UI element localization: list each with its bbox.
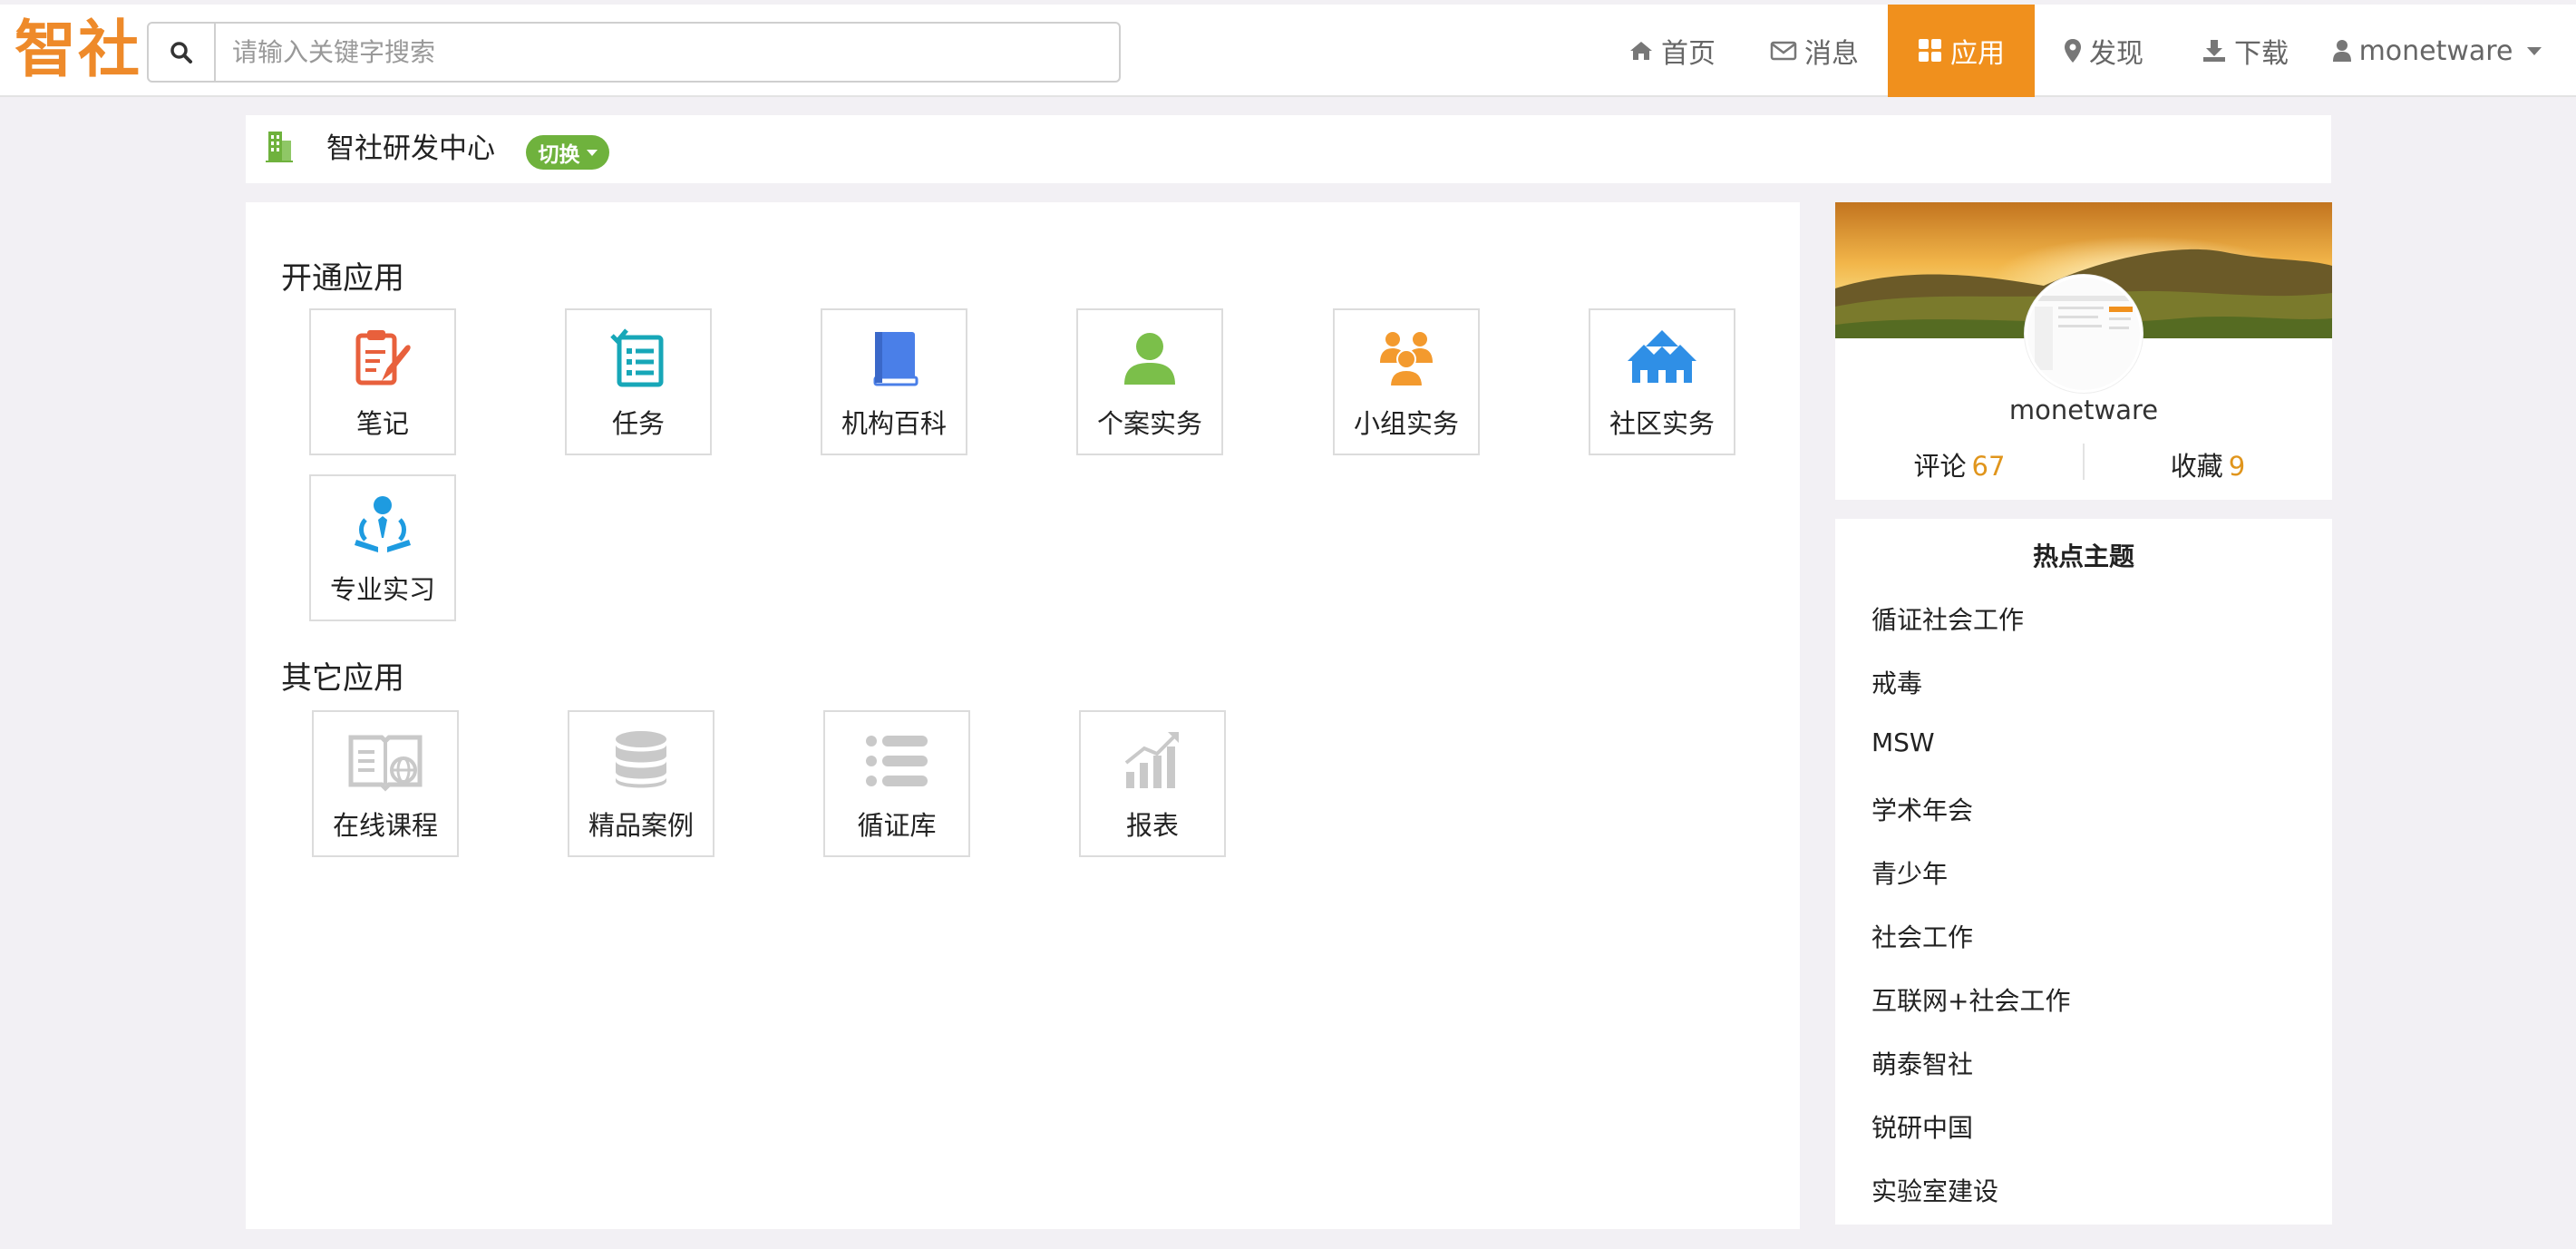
nav-messages-label: 消息 (1804, 38, 1859, 70)
user-menu-label: monetware (2358, 34, 2513, 67)
topic-link[interactable]: 戒毒 (1871, 664, 1922, 700)
list-icon (866, 736, 928, 786)
houses-icon (1628, 330, 1696, 383)
app-label: 精品案例 (588, 810, 694, 841)
switch-org-button[interactable]: 切换 (526, 135, 609, 170)
topic-link[interactable]: 实验室建设 (1871, 1172, 1998, 1208)
search-button[interactable] (149, 24, 216, 81)
chevron-down-icon (586, 149, 598, 156)
stat-value: 9 (2228, 451, 2246, 482)
app-tile-notes[interactable]: 笔记 (309, 308, 456, 455)
app-label: 个案实务 (1096, 408, 1202, 439)
home-icon (1630, 42, 1652, 60)
avatar-image (2027, 278, 2140, 390)
org-bar: 智社研发中心 切换 (246, 115, 2331, 183)
org-name: 智社研发中心 (326, 132, 495, 165)
profile-username[interactable]: monetware (1835, 395, 2332, 425)
topic-link[interactable]: 循证社会工作 (1871, 600, 2024, 637)
stat-label: 收藏 (2170, 451, 2223, 482)
app-tile-group-work[interactable]: 小组实务 (1333, 308, 1480, 455)
app-tile-reports[interactable]: 报表 (1079, 710, 1226, 857)
app-label: 机构百科 (841, 408, 947, 439)
user-icon (2332, 40, 2351, 62)
switch-org-label: 切换 (538, 143, 580, 167)
app-tile-community-work[interactable]: 社区实务 (1589, 308, 1735, 455)
hot-topics-title: 热点主题 (2032, 542, 2134, 571)
app-tile-case-work[interactable]: 个案实务 (1076, 308, 1223, 455)
nav-apps[interactable]: 应用 (1888, 5, 2035, 97)
chart-icon (1124, 732, 1179, 788)
app-label: 循证库 (857, 810, 937, 841)
topic-link[interactable]: 萌泰智社 (1871, 1045, 1973, 1081)
chevron-down-icon (2527, 46, 2542, 55)
app-tile-featured-cases[interactable]: 精品案例 (568, 710, 714, 857)
building-icon (266, 132, 293, 162)
apps-panel: 开通应用 笔记 任务 机构百科 个案实务 小组实务 社区实务 专业实习 其它应用… (246, 202, 1800, 1229)
app-tile-internship[interactable]: 专业实习 (309, 474, 456, 621)
app-label: 专业实习 (329, 574, 435, 605)
topic-link[interactable]: 青少年 (1871, 854, 1948, 891)
hot-topics-panel: 热点主题 循证社会工作 戒毒 MSW 学术年会 青少年 社会工作 互联网+社会工… (1835, 519, 2332, 1225)
avatar[interactable] (2025, 275, 2143, 393)
nav-discover-label: 发现 (2089, 38, 2143, 70)
task-list-icon (610, 328, 664, 387)
search-icon (170, 41, 192, 63)
nav-download[interactable]: 下载 (2194, 5, 2296, 97)
app-tile-online-course[interactable]: 在线课程 (312, 710, 459, 857)
topic-link[interactable]: 社会工作 (1871, 918, 1973, 954)
profile-card: monetware 评论 67 收藏 9 (1835, 202, 2332, 500)
online-course-icon (348, 735, 423, 792)
intern-icon (355, 496, 411, 552)
app-label: 笔记 (355, 408, 409, 439)
other-apps-title: 其它应用 (281, 660, 404, 697)
person-icon (1124, 333, 1175, 385)
search-box (147, 22, 1121, 83)
app-label: 报表 (1125, 810, 1179, 841)
stat-favorites[interactable]: 收藏 9 (2084, 445, 2332, 483)
group-icon (1380, 332, 1433, 387)
envelope-icon (1770, 41, 1797, 61)
nav-home[interactable]: 首页 (1628, 5, 1716, 97)
search-input[interactable] (218, 24, 1115, 81)
app-tile-org-wiki[interactable]: 机构百科 (821, 308, 967, 455)
nav-discover[interactable]: 发现 (2058, 5, 2149, 97)
top-navbar: 智社 首页 消息 应用 (0, 5, 2576, 97)
app-label: 小组实务 (1353, 408, 1459, 439)
topic-link[interactable]: 锐研中国 (1871, 1108, 1973, 1145)
stat-label: 评论 (1913, 451, 1967, 482)
topic-link[interactable]: 互联网+社会工作 (1871, 981, 2070, 1018)
app-tile-evidence-library[interactable]: 循证库 (823, 710, 970, 857)
stat-value: 67 (1971, 451, 2006, 482)
notepad-icon (355, 330, 411, 385)
app-tile-tasks[interactable]: 任务 (565, 308, 712, 455)
nav-download-label: 下载 (2234, 38, 2289, 70)
grid-icon (1919, 39, 1941, 62)
book-icon (873, 332, 919, 386)
app-label: 社区实务 (1609, 408, 1715, 439)
enabled-apps-title: 开通应用 (281, 260, 404, 297)
nav-messages[interactable]: 消息 (1764, 5, 1864, 97)
site-logo[interactable]: 智社 (15, 12, 141, 90)
download-icon (2203, 40, 2225, 62)
user-menu[interactable]: monetware (2332, 5, 2542, 97)
app-label: 在线课程 (332, 810, 438, 841)
nav-home-label: 首页 (1661, 38, 1716, 70)
app-label: 任务 (611, 408, 665, 439)
nav-apps-label: 应用 (1950, 38, 2005, 70)
map-marker-icon (2065, 39, 2081, 63)
stat-comments[interactable]: 评论 67 (1835, 445, 2084, 483)
topic-link[interactable]: MSW (1871, 727, 1935, 757)
topic-link[interactable]: 学术年会 (1871, 791, 1973, 827)
database-icon (616, 731, 666, 788)
